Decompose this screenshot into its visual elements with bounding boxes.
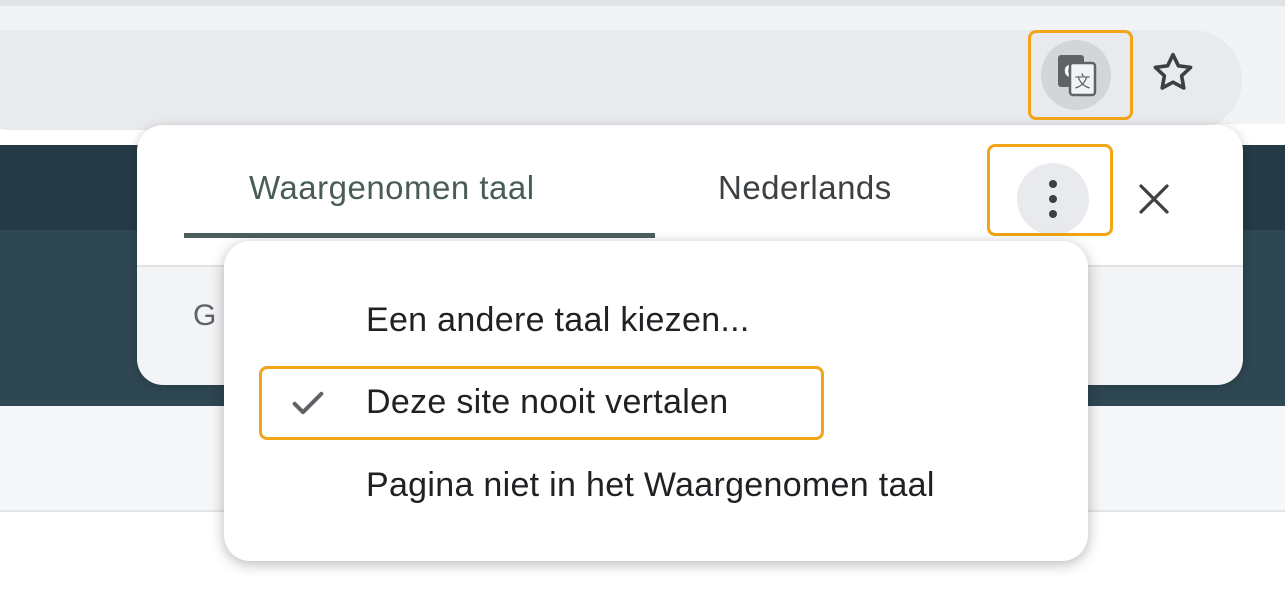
active-tab-indicator — [184, 233, 655, 238]
checkmark-icon — [288, 383, 328, 432]
vertical-dots-icon — [1049, 180, 1057, 218]
menu-item-label: Een andere taal kiezen... — [366, 301, 750, 339]
tab-label: Waargenomen taal — [249, 169, 535, 206]
menu-item-page-not-in-language[interactable]: Pagina niet in het Waargenomen taal — [224, 446, 1088, 526]
tab-detected-language[interactable]: Waargenomen taal — [249, 169, 535, 217]
tab-label: Nederlands — [718, 169, 892, 206]
close-icon — [1139, 184, 1169, 214]
menu-item-choose-language[interactable]: Een andere taal kiezen... — [224, 281, 1088, 361]
close-button[interactable] — [1124, 169, 1184, 229]
google-translate-icon: G 文 — [1058, 55, 1097, 97]
menu-item-label: Pagina niet in het Waargenomen taal — [366, 466, 935, 504]
translate-button[interactable]: G 文 — [1041, 40, 1111, 110]
more-options-button[interactable] — [1017, 163, 1089, 235]
menu-item-never-translate-site[interactable]: Deze site nooit vertalen — [224, 363, 1088, 443]
bookmark-button[interactable] — [1140, 40, 1206, 106]
menu-item-label: Deze site nooit vertalen — [366, 383, 729, 421]
options-menu: Een andere taal kiezen... Deze site nooi… — [224, 241, 1088, 561]
star-outline-icon — [1153, 52, 1193, 90]
svg-text:文: 文 — [1074, 72, 1090, 91]
tab-dutch[interactable]: Nederlands — [718, 169, 892, 217]
partial-text: G — [193, 299, 217, 332]
